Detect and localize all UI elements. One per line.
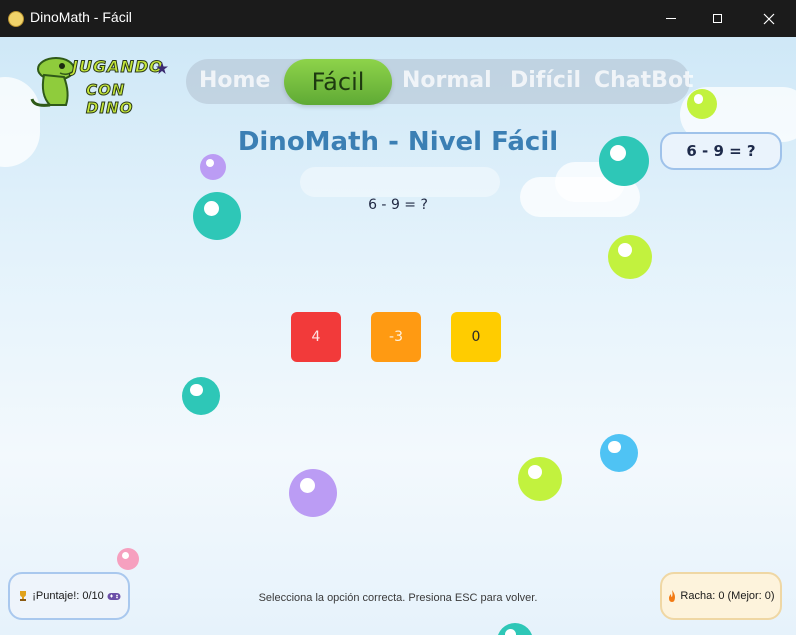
nav-chatbot[interactable]: ChatBot <box>594 68 694 93</box>
bubble <box>117 548 139 570</box>
title-bar: DinoMath - Fácil <box>0 0 796 37</box>
streak-panel: Racha: 0 (Mejor: 0) <box>660 572 782 620</box>
bubble <box>289 469 337 517</box>
fire-icon <box>669 589 676 602</box>
jugando-con-dino-logo: JUGANDO CON DINO <box>28 51 168 118</box>
nav-home[interactable]: Home <box>199 68 270 93</box>
trophy-icon <box>20 591 27 601</box>
maximize-icon <box>712 14 722 23</box>
streak-label: Racha: 0 (Mejor: 0) <box>680 590 775 602</box>
level-nav: Home Fácil Normal Difícil ChatBot <box>186 59 694 105</box>
window-title: DinoMath - Fácil <box>30 9 132 25</box>
question-badge: 6 - 9 = ? <box>660 132 782 170</box>
question-text: 6 - 9 = ? <box>368 197 428 213</box>
star-icon <box>156 62 168 74</box>
bubble <box>600 434 638 472</box>
app-window: DinoMath - Fácil JUGANDO CON DINO Home F… <box>0 0 796 635</box>
bubble <box>200 154 226 180</box>
minimize-icon <box>666 18 676 19</box>
score-label: ¡Puntaje!: 0/10 <box>32 590 104 602</box>
bubble <box>518 457 562 501</box>
nav-dificil[interactable]: Difícil <box>510 68 581 93</box>
bubble <box>608 235 652 279</box>
score-panel: ¡Puntaje!: 0/10 <box>8 572 130 620</box>
close-button[interactable] <box>746 0 792 37</box>
minimize-button[interactable] <box>648 0 694 37</box>
bubble <box>687 89 717 119</box>
logo-line-1: JUGANDO <box>72 57 164 77</box>
nav-normal[interactable]: Normal <box>402 68 492 93</box>
gamepad-icon <box>107 592 121 600</box>
bubble <box>193 192 241 240</box>
bubble <box>599 136 649 186</box>
nav-facil[interactable]: Fácil <box>284 59 392 105</box>
cloud <box>300 167 500 197</box>
bubble <box>497 623 533 635</box>
game-scene: JUGANDO CON DINO Home Fácil Normal Difíc… <box>0 37 796 635</box>
app-icon <box>8 11 24 27</box>
answer-option-3[interactable]: 0 <box>451 312 501 362</box>
answer-option-1[interactable]: 4 <box>291 312 341 362</box>
answer-option-2[interactable]: -3 <box>371 312 421 362</box>
maximize-button[interactable] <box>694 0 740 37</box>
logo-line-2: CON DINO <box>86 81 134 118</box>
bubble <box>182 377 220 415</box>
close-icon <box>763 13 775 24</box>
